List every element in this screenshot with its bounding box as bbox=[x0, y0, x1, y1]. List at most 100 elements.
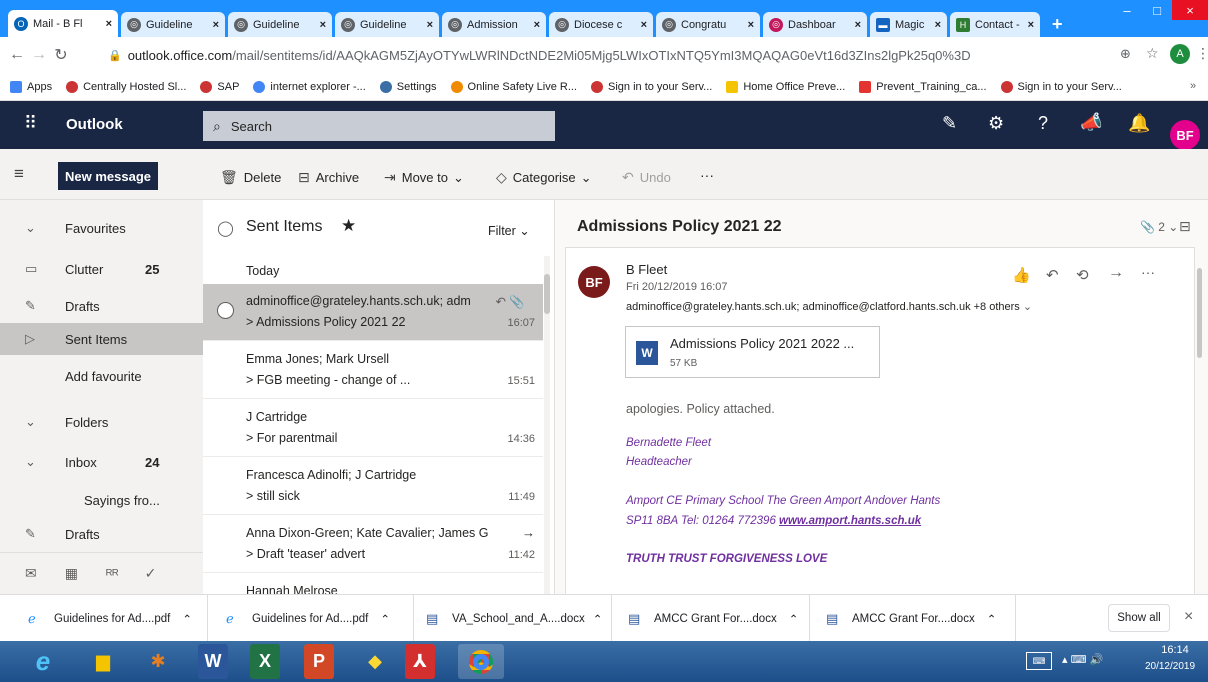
sender-name[interactable]: B Fleet bbox=[626, 262, 667, 277]
like-icon[interactable]: 👍 bbox=[1012, 266, 1031, 284]
tab-magic[interactable]: ▬ Magic × bbox=[870, 12, 947, 37]
close-icon[interactable]: × bbox=[748, 19, 754, 31]
tab-dashboard[interactable]: ◎ Dashboar × bbox=[763, 12, 867, 37]
attachment-card[interactable]: W Admissions Policy 2021 2022 ... 57 KB bbox=[625, 326, 880, 378]
hamburger-icon[interactable]: ≡ bbox=[14, 164, 24, 184]
people-icon[interactable]: ᴿᴿ bbox=[106, 566, 119, 582]
word-icon[interactable]: W bbox=[198, 644, 228, 679]
list-item[interactable]: Emma Jones; Mark Ursell > FGB meeting - … bbox=[203, 342, 543, 399]
nav-drafts-2[interactable]: ✎ Drafts bbox=[0, 518, 203, 550]
scrollbar-thumb[interactable] bbox=[544, 274, 550, 314]
chevron-up-icon[interactable]: ⌃ bbox=[380, 612, 390, 626]
new-message-button[interactable]: New message bbox=[58, 162, 158, 190]
megaphone-icon[interactable]: 📣 bbox=[1080, 113, 1102, 134]
bookmark-item[interactable]: internet explorer -... bbox=[253, 80, 366, 93]
bookmark-item[interactable]: SAP bbox=[200, 80, 239, 93]
chrome-icon[interactable] bbox=[458, 644, 504, 679]
zoom-icon[interactable]: ⊕ bbox=[1120, 46, 1131, 62]
chevron-up-icon[interactable]: ⌃ bbox=[789, 612, 799, 626]
bookmark-item[interactable]: Centrally Hosted Sl... bbox=[66, 80, 186, 93]
clock-time[interactable]: 16:14 bbox=[1150, 644, 1200, 656]
tab-guideline-1[interactable]: ◎ Guideline × bbox=[121, 12, 225, 37]
list-item[interactable]: Anna Dixon-Green; Kate Cavalier; James G… bbox=[203, 516, 543, 573]
close-icon[interactable]: × bbox=[534, 19, 540, 31]
tab-guideline-2[interactable]: ◎ Guideline × bbox=[228, 12, 332, 37]
bookmark-item[interactable]: Prevent_Training_ca... bbox=[859, 80, 987, 93]
pdf-icon[interactable]: ⅄ bbox=[405, 644, 435, 679]
tasks-icon[interactable]: ✓ bbox=[145, 565, 157, 582]
powerpoint-icon[interactable]: P bbox=[304, 644, 334, 679]
close-icon[interactable]: × bbox=[1028, 19, 1034, 31]
star-icon[interactable]: ☆ bbox=[1146, 45, 1159, 62]
nav-inbox[interactable]: ⌄ Inbox 24 bbox=[0, 446, 203, 478]
select-all-icon[interactable]: ◯ bbox=[217, 219, 234, 237]
download-item[interactable]: ▤ VA_School_and_A....docx ⌃ bbox=[416, 595, 612, 642]
popout-icon[interactable]: ⊟ bbox=[1179, 218, 1191, 235]
nav-add-favourite[interactable]: Add favourite bbox=[0, 360, 203, 392]
bookmark-item[interactable]: Sign in to your Serv... bbox=[1000, 80, 1122, 93]
bookmark-apps[interactable]: Apps bbox=[10, 80, 52, 93]
tab-contact[interactable]: H Contact - × bbox=[950, 12, 1040, 37]
close-icon[interactable]: × bbox=[320, 19, 326, 31]
new-tab-icon[interactable]: + bbox=[1052, 14, 1063, 35]
download-item[interactable]: ℯ Guidelines for Ad....pdf ⌃ bbox=[216, 595, 414, 642]
calendar-icon[interactable]: ▦ bbox=[65, 565, 78, 582]
bell-icon[interactable]: 🔔 bbox=[1128, 113, 1150, 134]
nav-clutter[interactable]: ▭ Clutter 25 bbox=[0, 253, 203, 285]
forward-icon[interactable]: → bbox=[28, 46, 50, 64]
close-icon[interactable]: × bbox=[641, 19, 647, 31]
gear-icon[interactable]: ⚙ bbox=[988, 113, 1004, 134]
scrollbar-thumb[interactable] bbox=[1197, 268, 1202, 358]
bookmark-item[interactable]: Online Safety Live R... bbox=[450, 80, 577, 93]
tab-guideline-3[interactable]: ◎ Guideline × bbox=[335, 12, 439, 37]
bookmark-item[interactable]: Home Office Preve... bbox=[726, 80, 845, 93]
bookmark-item[interactable]: Sign in to your Serv... bbox=[591, 80, 712, 93]
tab-admission[interactable]: ◎ Admission × bbox=[442, 12, 546, 37]
close-icon[interactable]: × bbox=[427, 19, 433, 31]
undo-button[interactable]: ↶ Undo bbox=[622, 169, 671, 186]
tab-diocese[interactable]: ◎ Diocese c × bbox=[549, 12, 653, 37]
more-icon[interactable]: ··· bbox=[1141, 264, 1155, 280]
select-circle[interactable] bbox=[217, 302, 234, 319]
delete-button[interactable]: 🗑 Delete bbox=[220, 169, 281, 186]
nav-drafts[interactable]: ✎ Drafts bbox=[0, 290, 203, 322]
excel-icon[interactable]: X bbox=[250, 644, 280, 679]
clock-date[interactable]: 20/12/2019 bbox=[1136, 661, 1204, 672]
help-icon[interactable]: ? bbox=[1038, 113, 1048, 134]
list-item[interactable]: J Cartridge > For parentmail 14:36 bbox=[203, 400, 543, 457]
keyboard-icon[interactable]: ⌨ bbox=[1026, 652, 1052, 670]
list-item[interactable]: Hannah Melrose bbox=[203, 574, 543, 594]
nav-favourites[interactable]: ⌄ Favourites bbox=[0, 212, 203, 244]
attachment-count[interactable]: 📎 2 ⌄ bbox=[1140, 220, 1178, 234]
chevron-up-icon[interactable]: ⌃ bbox=[182, 612, 192, 626]
list-item[interactable]: adminoffice@grateley.hants.sch.uk; adm ↶… bbox=[203, 284, 543, 341]
mail-icon[interactable]: ✉ bbox=[25, 565, 37, 582]
close-icon[interactable]: × bbox=[855, 19, 861, 31]
list-item[interactable]: Francesca Adinolfi; J Cartridge > still … bbox=[203, 458, 543, 515]
reload-icon[interactable]: ↻ bbox=[50, 45, 72, 65]
folder-icon[interactable]: ◆ bbox=[352, 644, 398, 679]
close-icon[interactable]: × bbox=[106, 18, 112, 30]
show-all-button[interactable]: Show all bbox=[1108, 604, 1170, 632]
minimize-icon[interactable]: – bbox=[1112, 0, 1142, 20]
download-item[interactable]: ℯ Guidelines for Ad....pdf ⌃ bbox=[18, 595, 208, 642]
back-icon[interactable]: ← bbox=[6, 46, 28, 64]
ie-icon[interactable]: e bbox=[20, 644, 66, 679]
tab-mail[interactable]: O Mail - B Fl × bbox=[8, 10, 118, 37]
close-icon[interactable]: × bbox=[1184, 608, 1193, 626]
compose-note-icon[interactable]: ✎ bbox=[942, 113, 957, 134]
download-item[interactable]: ▤ AMCC Grant For....docx ⌃ bbox=[816, 595, 1016, 642]
bookmark-item[interactable]: Settings bbox=[379, 80, 437, 93]
download-item[interactable]: ▤ AMCC Grant For....docx ⌃ bbox=[618, 595, 810, 642]
reply-all-icon[interactable]: ⟲ bbox=[1076, 266, 1089, 284]
forward-icon[interactable]: → bbox=[1108, 264, 1124, 282]
search-input[interactable]: ⌕ Search bbox=[203, 111, 555, 141]
sender-avatar[interactable]: BF bbox=[578, 266, 610, 298]
avatar[interactable]: BF bbox=[1170, 120, 1200, 150]
url-field[interactable]: 🔒 outlook.office.com/mail/sentitems/id/A… bbox=[108, 43, 1128, 67]
reading-scrollbar[interactable] bbox=[1197, 250, 1205, 590]
tray-icons[interactable]: ▴ ⌨ 🔊 bbox=[1062, 653, 1103, 666]
move-to-button[interactable]: ⇥ Move to ⌄ bbox=[384, 169, 464, 186]
maximize-icon[interactable]: □ bbox=[1142, 0, 1172, 20]
app-launcher-icon[interactable]: ⠿ bbox=[24, 113, 37, 134]
